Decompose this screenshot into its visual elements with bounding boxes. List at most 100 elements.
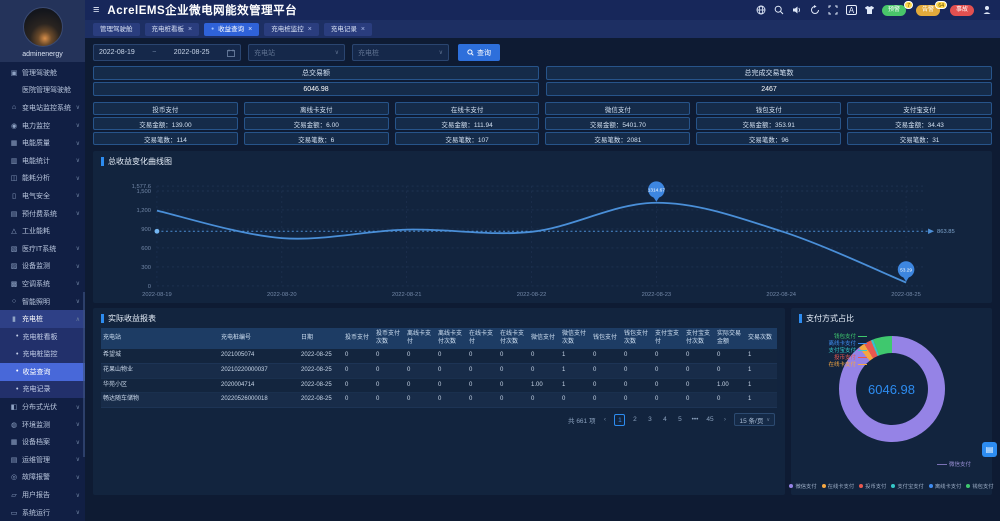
fullscreen-icon[interactable] <box>828 5 839 16</box>
page-button-4[interactable]: 4 <box>659 414 670 426</box>
date-range-picker[interactable]: 2022-08-19 ~ 2022-08-25 <box>93 44 241 61</box>
close-icon[interactable]: × <box>248 23 252 36</box>
column-header: 微信支付 <box>529 328 560 349</box>
tab-充电记录[interactable]: 充电记录× <box>324 23 372 36</box>
alarm-pill-预警[interactable]: 预警7 <box>882 5 906 16</box>
tab-充电桩监控[interactable]: 充电桩监控× <box>264 23 319 36</box>
table-cell: 0 <box>622 363 653 378</box>
sidebar-item-充电记录[interactable]: •充电记录 <box>0 381 85 399</box>
sidebar-item-充电桩监控[interactable]: •充电桩监控 <box>0 346 85 364</box>
sidebar-item-电能统计[interactable]: ▥电能统计∨ <box>0 152 85 170</box>
refresh-icon[interactable] <box>810 5 821 16</box>
legend-dot <box>929 484 933 488</box>
theme-skin-icon[interactable] <box>864 5 875 16</box>
payment-count: 交易笔数：114 <box>93 132 238 145</box>
payment-amount: 交易金额：6.00 <box>244 117 389 130</box>
avatar[interactable] <box>23 7 63 47</box>
floating-widget-button[interactable]: ▤ <box>982 442 997 457</box>
sidebar-item-能耗分析[interactable]: ◫能耗分析∨ <box>0 170 85 188</box>
sidebar-item-环境监测[interactable]: ◍环境监测∨ <box>0 416 85 434</box>
sidebar-item-电气安全[interactable]: ▯电气安全∨ <box>0 187 85 205</box>
line-chart[interactable]: 03006009001,2001,5001,577.62022-08-19202… <box>93 167 992 305</box>
sidebar-item-电能质量[interactable]: ▦电能质量∨ <box>0 134 85 152</box>
menu-toggle-icon[interactable]: ≡ <box>93 4 99 16</box>
payment-share-panel: 支付方式占比 6046.98 钱包支付离线卡支付支付宝支付投币支付在线卡支付 微… <box>791 308 992 495</box>
tab-充电桩看板[interactable]: 充电桩看板× <box>145 23 200 36</box>
legend-item-离线卡支付[interactable]: 离线卡支付 <box>929 482 962 490</box>
user-icon[interactable] <box>981 5 992 16</box>
sidebar-item-医疗IT系统[interactable]: ▧医疗IT系统∨ <box>0 240 85 258</box>
close-icon[interactable]: × <box>361 23 365 36</box>
sidebar-item-设备监测[interactable]: ▨设备监测∨ <box>0 258 85 276</box>
page-button-•••[interactable]: ••• <box>689 414 700 426</box>
close-icon[interactable]: × <box>308 23 312 36</box>
sidebar-item-智能照明[interactable]: ○智能照明∨ <box>0 293 85 311</box>
chevron-down-icon: ∨ <box>76 140 80 147</box>
font-size-icon[interactable]: A <box>846 5 857 15</box>
sidebar-item-充电桩看板[interactable]: •充电桩看板 <box>0 328 85 346</box>
donut-chart[interactable]: 6046.98 钱包支付离线卡支付支付宝支付投币支付在线卡支付 微信支付 <box>791 324 992 474</box>
table-cell: 1 <box>560 378 591 393</box>
page-button-1[interactable]: 1 <box>614 414 625 426</box>
legend-item-微信支付[interactable]: 微信支付 <box>789 482 816 490</box>
per-page-select[interactable]: 15 条/页∨ <box>734 413 775 426</box>
language-globe-icon[interactable] <box>756 5 767 16</box>
sidebar-item-用户报告[interactable]: ▱用户报告∨ <box>0 486 85 504</box>
svg-text:900: 900 <box>141 227 151 233</box>
payment-card-支付宝支付: 支付宝支付交易金额：34.43交易笔数：31 <box>847 102 992 145</box>
tab-收益查询[interactable]: ●收益查询× <box>204 23 259 36</box>
sidebar-item-电力监控[interactable]: ◉电力监控∨ <box>0 117 85 135</box>
table-cell: 花果山物业 <box>101 363 219 378</box>
search-icon[interactable] <box>774 5 785 16</box>
sidebar-item-管理驾驶舱[interactable]: ▣管理驾驶舱 <box>0 64 85 82</box>
legend-dot <box>966 484 970 488</box>
station-select[interactable]: 充电站 ∨ <box>248 44 345 61</box>
payment-amount: 交易金额：5401.70 <box>545 117 690 130</box>
sidebar-item-医院管理驾驶舱[interactable]: 医院管理驾驶舱 <box>0 82 85 100</box>
svg-text:600: 600 <box>141 246 151 252</box>
page-button-5[interactable]: 5 <box>674 414 685 426</box>
table-cell: 0 <box>591 349 622 363</box>
pagination-total: 共 661 项 <box>568 415 595 425</box>
report-icon: ▱ <box>9 491 19 499</box>
sidebar-item-设备档案[interactable]: ▦设备档案∨ <box>0 433 85 451</box>
sidebar-item-运维管理[interactable]: ▤运维管理∨ <box>0 451 85 469</box>
table-row[interactable]: 花果山物业202102200000372022-08-2500000001000… <box>101 363 777 378</box>
page-button-3[interactable]: 3 <box>644 414 655 426</box>
table-cell: 0 <box>343 363 374 378</box>
page-button-45[interactable]: 45 <box>704 414 715 426</box>
legend-item-支付宝支付[interactable]: 支付宝支付 <box>891 482 924 490</box>
sidebar-item-空调系统[interactable]: ▩空调系统∨ <box>0 275 85 293</box>
payment-amount: 交易金额：139.00 <box>93 117 238 130</box>
close-icon[interactable]: × <box>188 23 192 36</box>
table-row[interactable]: 畅达随车储物202205260000182022-08-250000000000… <box>101 393 777 408</box>
legend-item-钱包支付[interactable]: 钱包支付 <box>966 482 993 490</box>
sidebar-item-充电桩[interactable]: ▮充电桩∧ <box>0 310 85 328</box>
chevron-down-icon: ∨ <box>76 192 80 199</box>
sidebar-item-收益查询[interactable]: •收益查询 <box>0 363 85 381</box>
alarm-pill-告警[interactable]: 告警64 <box>916 5 940 16</box>
user-block: adminenergy <box>0 0 85 62</box>
svg-text:1,200: 1,200 <box>136 208 150 214</box>
legend-item-在线卡支付[interactable]: 在线卡支付 <box>822 482 855 490</box>
alarm-pill-事故[interactable]: 事故 <box>950 5 974 16</box>
sidebar-item-分布式光伏[interactable]: ◧分布式光伏∨ <box>0 398 85 416</box>
table-row[interactable]: 华苑小区20200047142022-08-250000001.00100001… <box>101 378 777 393</box>
prev-page-button[interactable]: ‹ <box>599 414 610 426</box>
payment-title: 在线卡支付 <box>395 102 540 115</box>
sidebar-item-故障报警[interactable]: ◎故障报警∨ <box>0 469 85 487</box>
next-page-button[interactable]: › <box>719 414 730 426</box>
substation-icon: ⌂ <box>9 104 19 111</box>
page-button-2[interactable]: 2 <box>629 414 640 426</box>
sidebar-item-系统运行[interactable]: ▭系统运行∨ <box>0 504 85 521</box>
search-button[interactable]: 查询 <box>458 44 500 61</box>
table-row[interactable]: 希望城20210050742022-08-2500000001000001 <box>101 349 777 363</box>
tab-管理驾驶舱[interactable]: 管理驾驶舱 <box>93 23 140 36</box>
table-cell: 0 <box>622 393 653 408</box>
sound-icon[interactable] <box>792 5 803 16</box>
sidebar-item-工业能耗[interactable]: △工业能耗 <box>0 222 85 240</box>
sidebar-item-预付费系统[interactable]: ▤预付费系统∨ <box>0 205 85 223</box>
pile-select[interactable]: 充电桩 ∨ <box>352 44 449 61</box>
legend-item-投币支付[interactable]: 投币支付 <box>859 482 886 490</box>
sidebar-item-变电站监控系统[interactable]: ⌂变电站监控系统∨ <box>0 99 85 117</box>
